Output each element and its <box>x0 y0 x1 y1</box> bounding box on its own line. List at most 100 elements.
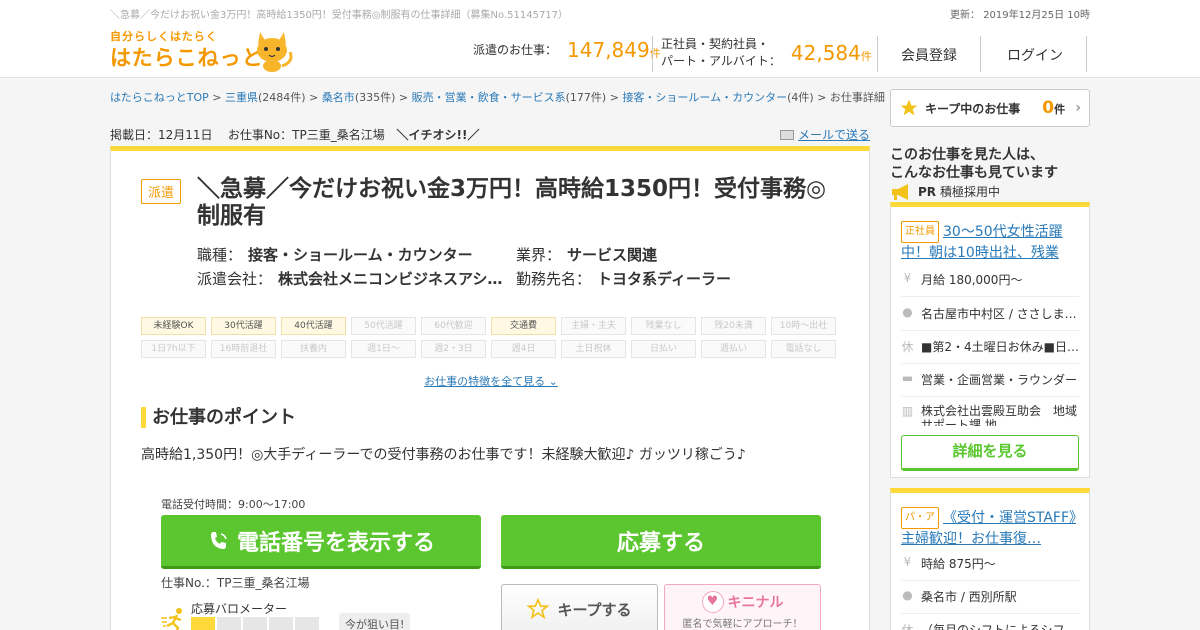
divider <box>877 36 878 72</box>
feature-tag: 残20未満 <box>701 317 766 335</box>
star-icon <box>900 99 918 116</box>
feature-tag: 10時～出社 <box>771 317 836 335</box>
employment-badge: 正社員 <box>901 221 939 243</box>
breadcrumb-top[interactable]: はたらこねっとTOP <box>110 91 209 104</box>
breadcrumb-city[interactable]: 桑名市 <box>322 91 355 104</box>
related-heading: このお仕事を見た人は、 こんなお仕事も見ています <box>890 147 1058 181</box>
pr-label: PR 積極採用中 <box>890 183 1000 200</box>
feature-tag: 扶養内 <box>281 340 346 358</box>
feature-tag: 60代歓迎 <box>421 317 486 335</box>
breadcrumb: はたらこねっとTOP > 三重県(2484件) > 桑名市(335件) > 販売… <box>110 91 885 104</box>
breadcrumb-prefecture[interactable]: 三重県 <box>225 91 258 104</box>
employment-badge: パ・ア <box>901 507 939 529</box>
related-job-title[interactable]: パ・ア 《受付・運営STAFF》主婦歓迎！お仕事復… <box>901 507 1081 549</box>
feature-tag: 50代活躍 <box>351 317 416 335</box>
register-link[interactable]: 会員登録 <box>901 45 957 65</box>
feature-tag: 16時前退社 <box>211 340 276 358</box>
feature-tag: 週1日～ <box>351 340 416 358</box>
salary-row: ¥ 時給 875円～ <box>901 555 1079 581</box>
phone-icon <box>210 531 227 549</box>
salary-row: ¥ 月給 180,000円～ <box>901 271 1079 297</box>
feature-tag: 電話なし <box>771 340 836 358</box>
workplace-name: 勤務先名： トヨタ系ディーラー <box>516 270 731 288</box>
feature-tag: 未経験OK <box>141 317 206 335</box>
posted-date: 掲載日：12月11日 <box>110 128 213 142</box>
related-job-card[interactable]: 正社員 30～50代女性活躍中！朝は10時出社、残業 ¥ 月給 180,000円～ … <box>890 202 1090 478</box>
apply-meter-segment <box>295 617 319 630</box>
kept-jobs-count: 0 <box>1042 98 1055 118</box>
apply-meter-segment <box>191 617 215 630</box>
show-phone-button[interactable]: 電話番号を表示する <box>161 515 481 569</box>
site-logo[interactable]: 自分らしくはたらく はたらこねっと <box>110 26 295 74</box>
job-category: 職種： 接客・ショールーム・カウンター <box>197 246 473 264</box>
haken-count: 147,849 <box>567 38 650 62</box>
heart-icon: ♥ <box>701 591 724 613</box>
point-text: 高時給1,350円！◎大手ディーラーでの受付事務のお仕事です！未経験大歓迎♪ ガ… <box>141 447 746 463</box>
keep-button[interactable]: キープする <box>501 584 658 630</box>
feature-tag: 交通費 <box>491 317 556 335</box>
login-link[interactable]: ログイン <box>1007 45 1063 65</box>
apply-meter-note: 今が狙い目! <box>339 613 411 630</box>
category-row: ▬ 営業・企画営業・ラウンダー <box>901 371 1079 397</box>
apply-meter-segment <box>217 617 241 630</box>
feature-tags: 未経験OK 30代活躍 40代活躍 50代活躍 60代歓迎 交通費 主婦・主夫 残業なし 残20… <box>141 317 841 358</box>
seishain-count-unit: 件 <box>860 50 872 63</box>
feature-tag: 40代活躍 <box>281 317 346 335</box>
job-number-footer: 仕事No.：TP三重_桑名江場 <box>161 576 310 590</box>
breadcrumb-category[interactable]: 販売・営業・飲食・サービス系 <box>412 91 566 104</box>
send-mail-label: メールで送る <box>798 128 871 142</box>
kept-jobs-box[interactable]: キープ中のお仕事 0件 › <box>890 89 1090 127</box>
breadcrumb-subcategory[interactable]: 接客・ショールーム・カウンター <box>622 91 787 104</box>
map-pin-icon: ● <box>902 588 913 602</box>
feature-tag: 主婦・主夫 <box>561 317 626 335</box>
featured-tag: ＼イチオシ!!／ <box>396 128 480 142</box>
star-outline-icon <box>527 598 550 620</box>
agency-name: 派遣会社： 株式会社メニコンビジネスアシ… <box>197 270 503 288</box>
feature-tag: 週払い <box>701 340 766 358</box>
apply-meter-label: 応募バロメーター <box>191 602 288 616</box>
job-meta: 掲載日：12月11日 お仕事No：TP三重_桑名江場 ＼イチオシ!!／ <box>110 126 479 143</box>
kinaru-subtext: 匿名で気軽にアプローチ！ <box>682 619 803 630</box>
seishain-count-stat[interactable]: 正社員・契約社員・ パート・アルバイト： 42,584 件 <box>661 36 872 70</box>
holiday-icon: 休 <box>901 623 914 630</box>
tel-hours: 電話受付時間：9:00～17:00 <box>161 498 306 511</box>
haken-count-stat[interactable]: 派遣のお仕事： 147,849 件 <box>473 38 661 62</box>
seo-heading: ＼急募／今だけお祝い金3万円！高時給1350円！受付事務◎制服有の仕事詳細（募集… <box>110 10 569 21</box>
view-detail-button[interactable]: 詳細を見る <box>901 435 1079 471</box>
all-features-link[interactable]: お仕事の特徴を全て見る ⌄ <box>111 373 871 389</box>
send-mail-link[interactable]: メールで送る <box>780 126 870 143</box>
seishain-count-label: 正社員・契約社員・ パート・アルバイト： <box>661 37 781 68</box>
job-type-badge: 派遣 <box>141 179 182 204</box>
site-header: ＼急募／今だけお祝い金3万円！高時給1350円！受付事務◎制服有の仕事詳細（募集… <box>0 0 1200 78</box>
holiday-row: 休（毎月のシフトによるシフ… <box>901 621 1079 630</box>
briefcase-icon: ▬ <box>901 371 914 385</box>
apply-meter-segment <box>269 617 293 630</box>
breadcrumb-current: お仕事詳細 <box>829 91 885 104</box>
apply-button[interactable]: 応募する <box>501 515 821 569</box>
job-number: お仕事No：TP三重_桑名江場 <box>227 128 385 142</box>
feature-tag: 30代活躍 <box>211 317 276 335</box>
apply-meter <box>191 617 319 630</box>
divider <box>1086 36 1087 72</box>
apply-meter-segment <box>243 617 267 630</box>
divider <box>980 36 981 72</box>
mail-icon <box>780 129 794 140</box>
holiday-icon: 休 <box>901 340 914 354</box>
point-heading: お仕事のポイント <box>141 407 296 428</box>
job-title: ＼急募／今だけお祝い金3万円！高時給1350円！受付事務◎制服有 <box>197 176 827 229</box>
feature-tag: 1日7h以下 <box>141 340 206 358</box>
megaphone-icon <box>892 183 908 200</box>
holiday-row: 休 ■第2・4土曜日お休み■日… <box>901 338 1079 364</box>
yen-icon: ¥ <box>903 271 912 285</box>
feature-tag: 日払い <box>631 340 696 358</box>
cat-mascot-icon <box>257 32 293 72</box>
related-job-card[interactable]: パ・ア 《受付・運営STAFF》主婦歓迎！お仕事復… ¥ 時給 875円～ ● 桑名市… <box>890 488 1090 630</box>
updated-date: 更新： 2019年12月25日 10時 <box>950 10 1090 21</box>
kinaru-button[interactable]: ♥ キニナル 匿名で気軽にアプローチ！ <box>664 584 821 630</box>
place-row: ● 名古屋市中村区 / ささしま… <box>901 305 1079 331</box>
place-row: ● 桑名市 / 西別所駅 <box>901 588 1079 614</box>
map-pin-icon: ● <box>902 305 913 319</box>
job-detail-card: 派遣 ＼急募／今だけお祝い金3万円！高時給1350円！受付事務◎制服有 職種：接… <box>110 146 870 630</box>
feature-tag: 土日祝休 <box>561 340 626 358</box>
related-job-title[interactable]: 正社員 30～50代女性活躍中！朝は10時出社、残業 <box>901 221 1081 263</box>
